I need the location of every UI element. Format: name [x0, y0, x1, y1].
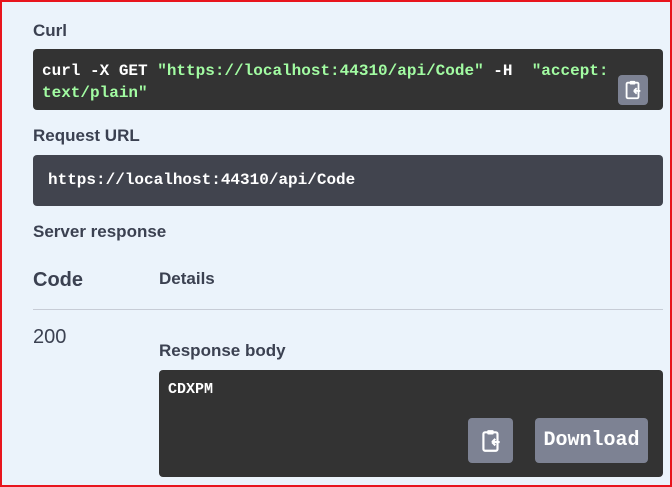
- curl-header-part2: text/plain": [42, 84, 148, 102]
- details-column-header: Details: [159, 269, 215, 288]
- curl-label: Curl: [33, 21, 67, 40]
- response-body-block[interactable]: CDXPM Download: [159, 370, 663, 477]
- curl-copy-button[interactable]: [618, 75, 648, 105]
- response-body-text: CDXPM: [168, 381, 214, 398]
- request-url-label: Request URL: [33, 126, 140, 145]
- response-code: 200: [33, 326, 67, 348]
- clipboard-copy-icon: [625, 80, 641, 100]
- response-copy-button[interactable]: [468, 418, 513, 463]
- curl-code-block[interactable]: curl -X GET "https://localhost:44310/api…: [33, 49, 663, 110]
- clipboard-copy-icon: [481, 429, 500, 452]
- curl-flag: -H: [483, 62, 532, 80]
- curl-cmd-prefix: curl -X GET: [42, 62, 158, 80]
- table-divider: [33, 309, 663, 310]
- download-button[interactable]: Download: [535, 418, 648, 463]
- request-url-value: https://localhost:44310/api/Code: [48, 171, 356, 189]
- curl-header-part1: "accept:: [531, 62, 609, 80]
- response-body-label: Response body: [159, 341, 286, 360]
- request-url-box[interactable]: https://localhost:44310/api/Code: [33, 155, 663, 206]
- server-response-label: Server response: [33, 222, 167, 241]
- curl-url-string: "https://localhost:44310/api/Code": [157, 62, 484, 80]
- code-column-header: Code: [33, 269, 83, 291]
- curl-command: curl -X GET "https://localhost:44310/api…: [42, 60, 609, 104]
- response-panel: Curl curl -X GET "https://localhost:4431…: [0, 0, 672, 487]
